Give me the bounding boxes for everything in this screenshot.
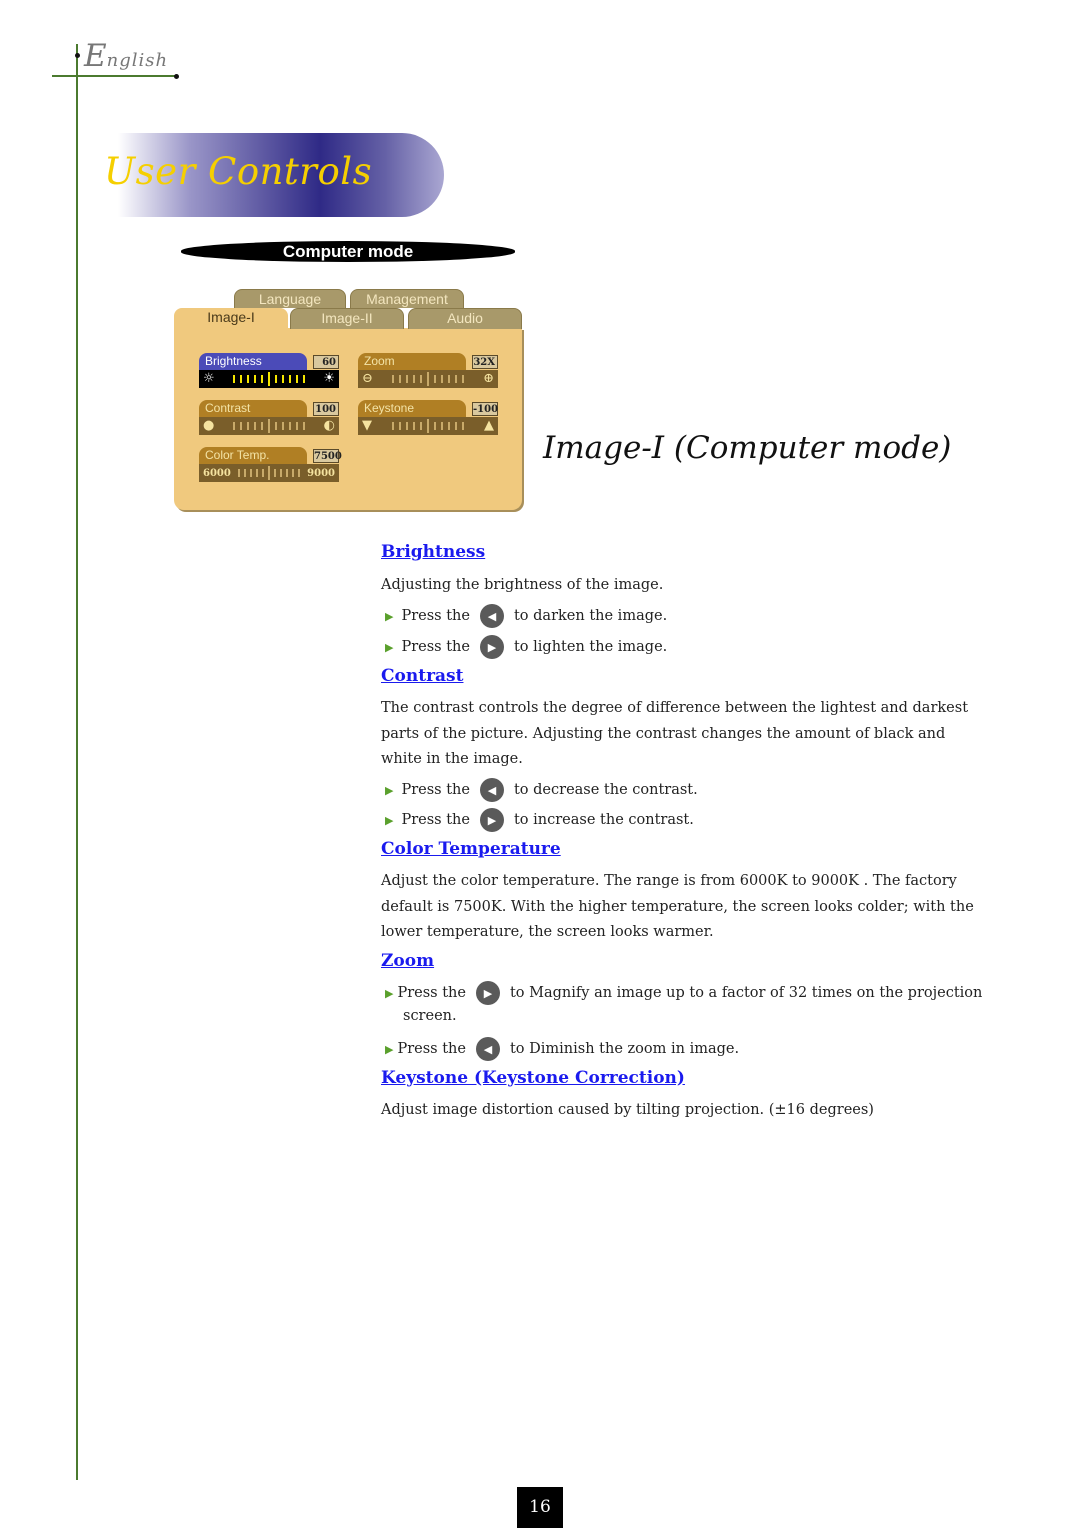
tab-image-i[interactable]: Image-I [174, 308, 288, 330]
keystone-text: Adjust image distortion caused by tiltin… [381, 1102, 874, 1118]
left-arrow-button-icon: ◀ [479, 778, 504, 802]
zoom-value: 32X [472, 355, 498, 369]
list-item: ▶ Press the ▶ to lighten the image. [385, 635, 667, 659]
tab-audio[interactable]: Audio [408, 308, 522, 329]
contrast-slider[interactable]: ● ◐ [199, 417, 339, 435]
sun-dim-icon: ☼ [203, 371, 215, 386]
zoom-heading[interactable]: Zoom [381, 951, 434, 971]
keystone-down-icon: ▼ [362, 418, 372, 433]
brightness-heading[interactable]: Brightness [381, 542, 485, 562]
bullet-arrow-icon: ▶ [385, 1042, 394, 1056]
bullet-arrow-icon: ▶ [385, 640, 394, 654]
keystone-value: -100 [472, 402, 499, 416]
left-arrow-button-icon: ◀ [475, 1037, 500, 1061]
horizontal-rule [52, 75, 178, 77]
list-item: ▶ Press the ◀ to Diminish the zoom in im… [385, 1037, 739, 1061]
tab-management[interactable]: Management [350, 289, 464, 308]
list-item: ▶ Press the ◀ to darken the image. [385, 604, 667, 628]
bullet-arrow-icon: ▶ [385, 813, 394, 827]
tab-image-ii[interactable]: Image-II [290, 308, 404, 329]
color-temp-max: 9000 [307, 467, 335, 479]
contrast-high-icon: ◐ [323, 418, 335, 433]
osd-panel: Brightness 60 ☼ ☀ Zoom 32X ⊖ ⊕ Contrast … [174, 328, 522, 510]
tab-language[interactable]: Language [234, 289, 346, 308]
contrast-control[interactable]: Contrast 100 ● ◐ [199, 400, 339, 435]
keystone-label: Keystone [358, 400, 466, 417]
section-title: User Controls [104, 150, 373, 193]
color-temp-control[interactable]: Color Temp. 7500 6000 9000 [199, 447, 342, 482]
rule-dot [75, 53, 80, 58]
contrast-label: Contrast [199, 400, 307, 417]
zoom-slider[interactable]: ⊖ ⊕ [358, 370, 498, 388]
contrast-value: 100 [313, 402, 339, 416]
color-temp-min: 6000 [203, 467, 231, 479]
keystone-control[interactable]: Keystone -100 ▼ ▲ [358, 400, 499, 435]
page-heading: Image-I (Computer mode) [543, 430, 952, 466]
page-number: 16 [517, 1487, 563, 1528]
bullet-arrow-icon: ▶ [385, 986, 394, 1000]
zoom-label: Zoom [358, 353, 466, 370]
computer-mode-badge: Computer mode [181, 241, 515, 262]
list-item: ▶ Press the ▶ to increase the contrast. [385, 808, 694, 832]
left-arrow-button-icon: ◀ [479, 604, 504, 628]
color-temp-value: 7500 [313, 449, 342, 463]
osd-menu: Language Management Brightness 60 ☼ ☀ Zo… [172, 287, 524, 513]
right-arrow-button-icon: ▶ [479, 635, 504, 659]
brightness-control[interactable]: Brightness 60 ☼ ☀ [199, 353, 339, 388]
contrast-low-icon: ● [203, 418, 215, 433]
right-arrow-button-icon: ▶ [479, 808, 504, 832]
brightness-slider[interactable]: ☼ ☀ [199, 370, 339, 388]
color-temp-label: Color Temp. [199, 447, 307, 464]
contrast-text: The contrast controls the degree of diff… [381, 700, 969, 767]
brightness-text: Adjusting the brightness of the image. [381, 577, 664, 593]
keystone-heading[interactable]: Keystone (Keystone Correction) [381, 1068, 685, 1088]
zoom-bullet-continuation: screen. [403, 1008, 457, 1024]
contrast-heading[interactable]: Contrast [381, 666, 463, 686]
sun-bright-icon: ☀ [323, 371, 335, 386]
list-item: ▶ Press the ▶ to Magnify an image up to … [385, 981, 982, 1005]
zoom-control[interactable]: Zoom 32X ⊖ ⊕ [358, 353, 498, 388]
color-temp-slider[interactable]: 6000 9000 [199, 464, 339, 482]
rule-dot [174, 74, 179, 79]
bullet-arrow-icon: ▶ [385, 609, 394, 623]
color-temperature-text: Adjust the color temperature. The range … [381, 873, 974, 940]
vertical-rule [76, 44, 78, 1480]
language-label: English [84, 38, 169, 74]
brightness-value: 60 [313, 355, 339, 369]
brightness-label: Brightness [199, 353, 307, 370]
keystone-up-icon: ▲ [484, 418, 494, 433]
color-temperature-heading[interactable]: Color Temperature [381, 839, 561, 859]
zoom-out-icon: ⊖ [362, 371, 373, 386]
list-item: ▶ Press the ◀ to decrease the contrast. [385, 778, 698, 802]
right-arrow-button-icon: ▶ [475, 981, 500, 1005]
bullet-arrow-icon: ▶ [385, 783, 394, 797]
zoom-in-icon: ⊕ [483, 371, 494, 386]
keystone-slider[interactable]: ▼ ▲ [358, 417, 498, 435]
